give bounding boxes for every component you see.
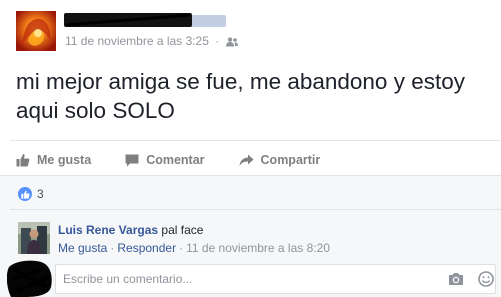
friends-icon[interactable] [225,36,238,50]
meta-separator: · [215,34,220,48]
like-button[interactable]: Me gusta [16,153,91,167]
comment-timestamp[interactable]: 11 de noviembre a las 8:20 [186,241,330,255]
facebook-post: 11 de noviembre a las 3:25 · mi mejor am… [0,0,501,297]
likes-count: 3 [37,187,44,201]
comment-icon [125,154,139,166]
comment-meta: Me gusta · Responder · 11 de noviembre a las… [58,241,330,256]
comment-button[interactable]: Comentar [125,153,205,167]
comment-separator: · [179,241,184,255]
comment-input[interactable] [63,265,423,293]
comment-like-link[interactable]: Me gusta [58,241,107,255]
post-actions-bar: Me gusta Comentar Compartir [16,150,354,170]
likes-summary[interactable]: 3 [18,187,44,201]
likes-divider [10,209,501,210]
comment-composer[interactable] [55,264,496,294]
comment-text: pal face [161,223,204,237]
comment-body: Luis Rene Vargas pal face [58,223,203,238]
post-timestamp[interactable]: 11 de noviembre a las 3:25 [65,34,209,48]
commenter-avatar[interactable] [18,222,50,254]
thumbs-up-icon [18,187,32,201]
post-text: mi mejor amiga se fue, me abandono y est… [16,69,465,123]
commenter-name[interactable]: Luis Rene Vargas [58,223,158,237]
redacted-author-name [64,13,226,27]
camera-icon[interactable] [448,272,464,291]
post-meta: 11 de noviembre a las 3:25 · [65,34,238,50]
current-user-avatar-redacted [7,260,52,297]
actions-divider [10,140,501,141]
comment-separator: · [110,241,115,255]
share-icon [239,154,254,166]
author-avatar[interactable] [16,11,56,51]
like-label: Me gusta [37,153,92,167]
thumbs-up-icon [16,154,30,167]
share-label: Compartir [260,153,321,167]
emoji-icon[interactable] [478,271,494,292]
comment-label: Comentar [146,153,205,167]
comment-reply-link[interactable]: Responder [117,241,176,255]
share-button[interactable]: Compartir [239,153,321,167]
